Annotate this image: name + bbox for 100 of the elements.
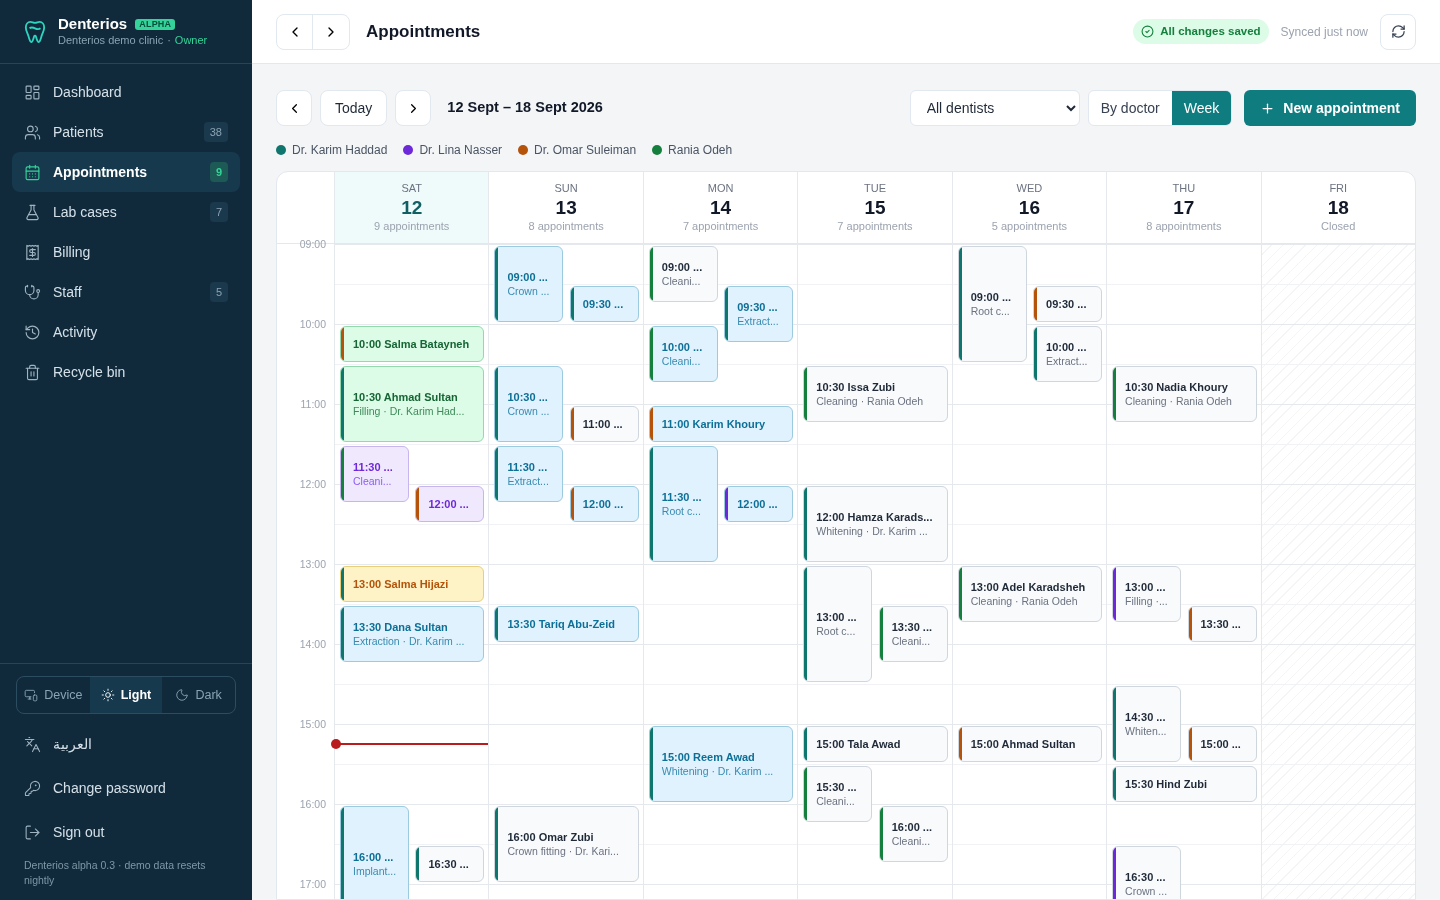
appointment-card[interactable]: 13:00 Adel Karadsheh Cleaning · Rania Odeh (957, 566, 1103, 622)
appointment-card[interactable]: 10:00 ... Cleani... (648, 326, 718, 382)
appointment-card[interactable]: 11:00 ... (569, 406, 639, 442)
appointment-card[interactable]: 09:00 ... Cleani... (648, 246, 718, 302)
appointment-card[interactable]: 13:00 ... Filling ·... (1112, 566, 1182, 622)
hour-label: 17:00 (299, 879, 326, 890)
appointment-card[interactable]: 09:00 ... Crown ... (494, 246, 564, 322)
check-circle-icon (1141, 25, 1155, 38)
day-number: 14 (710, 195, 732, 220)
appointment-card[interactable]: 13:30 Tariq Abu-Zeid (494, 606, 639, 642)
appointment-card[interactable]: 13:00 ... Root c... (803, 566, 873, 682)
appointment-title: 10:30 Issa Zubi (816, 380, 897, 394)
appointment-card[interactable]: 09:00 ... Root c... (957, 246, 1027, 362)
appointment-card[interactable]: 13:30 ... (1187, 606, 1257, 642)
dashboard-icon (24, 83, 41, 101)
sign-out-link[interactable]: Sign out (16, 810, 236, 854)
receipt-icon (24, 243, 41, 261)
nav-item[interactable]: Lab cases 7 (12, 192, 240, 232)
plus-icon (1260, 100, 1276, 116)
theme-option[interactable]: Device (17, 677, 90, 713)
appointment-detail: Implant... (353, 864, 398, 878)
day-number: 13 (555, 195, 577, 220)
key-icon (24, 779, 41, 797)
dentist-select[interactable]: All dentists (909, 90, 1080, 126)
appointment-title: 10:30 Nadia Khoury (1125, 380, 1229, 394)
appointment-card[interactable]: 09:30 ... (1033, 286, 1103, 322)
appointment-card[interactable]: 13:00 Salma Hijazi (340, 566, 485, 602)
appointment-card[interactable]: 11:30 ... Root c... (648, 446, 718, 562)
nav-item[interactable]: Activity (12, 312, 240, 352)
appointment-title: 11:00 ... (582, 417, 624, 431)
appointment-title: 10:00 ... (661, 340, 704, 354)
appointment-card[interactable]: 15:00 ... (1187, 726, 1257, 762)
appointment-card[interactable]: 13:30 ... Cleani... (878, 606, 948, 662)
nav-item[interactable]: Appointments 9 (12, 152, 240, 192)
change-password-link[interactable]: Change password (16, 766, 236, 810)
appointment-card[interactable]: 10:00 ... Extract... (1033, 326, 1103, 382)
appointment-title: 13:30 ... (891, 620, 934, 634)
appointment-card[interactable]: 10:30 Issa Zubi Cleaning · Rania Odeh (803, 366, 948, 422)
brand-name: Denterios (58, 15, 128, 34)
appointment-card[interactable]: 15:00 Tala Awad (803, 726, 948, 762)
appointment-detail: Cleaning · Rania Odeh (1125, 394, 1233, 408)
appointment-title: 10:30 ... (507, 390, 549, 404)
appointment-card[interactable]: 10:30 ... Crown ... (494, 366, 564, 442)
new-appointment-button[interactable]: New appointment (1244, 90, 1416, 126)
nav-item[interactable]: Staff 5 (12, 272, 240, 312)
appointment-card[interactable]: 13:30 Dana Sultan Extraction · Dr. Karim ... (340, 606, 485, 662)
appointment-card[interactable]: 14:30 ... Whiten... (1112, 686, 1182, 762)
weekday-label: MON (707, 182, 734, 194)
tooth-logo-icon (24, 19, 46, 44)
weekday-label: SUN (554, 182, 578, 194)
appointment-card[interactable]: 12:00 Hamza Karads... Whitening · Dr. Karim ... (803, 486, 948, 562)
nav-item[interactable]: Dashboard (12, 72, 240, 112)
appointment-card[interactable]: 11:00 Karim Khoury (648, 406, 794, 442)
language-link[interactable]: العربية (16, 722, 236, 766)
appointment-card[interactable]: 15:00 Ahmad Sultan (957, 726, 1103, 762)
appointment-card[interactable]: 10:30 Ahmad Sultan Filling · Dr. Karim Had... (340, 366, 485, 442)
appointment-card[interactable]: 11:30 ... Extract... (494, 446, 564, 502)
theme-option[interactable]: Dark (162, 677, 235, 713)
appointment-detail: Whitening · Dr. Karim ... (661, 764, 775, 778)
appointment-detail: Crown ... (1125, 884, 1169, 898)
appointment-card[interactable]: 09:30 ... Extract... (724, 286, 794, 342)
appointment-card[interactable]: 10:00 Salma Batayneh (340, 326, 485, 362)
nav-item[interactable]: Recycle bin (12, 352, 240, 392)
appointment-title: 15:00 ... (1200, 737, 1242, 751)
appointment-title: 11:30 ... (353, 460, 394, 474)
appointment-card[interactable]: 15:30 Hind Zubi (1112, 766, 1257, 802)
appointment-detail: Extract... (1046, 354, 1089, 368)
appointment-card[interactable]: 15:30 ... Cleani... (803, 766, 873, 822)
appointment-detail: Cleani... (353, 474, 393, 488)
nav-item[interactable]: Billing (12, 232, 240, 272)
theme-option[interactable]: Light (89, 677, 163, 713)
nav-item[interactable]: Patients 38 (12, 112, 240, 152)
appointment-title: 13:30 ... (1200, 617, 1242, 631)
appointment-detail: Cleani... (661, 274, 702, 288)
appointment-card[interactable]: 16:30 ... Crown ... (1112, 846, 1182, 899)
appointment-card[interactable]: 16:00 ... Implant... (340, 806, 410, 899)
hour-label: 12:00 (299, 479, 326, 490)
appointment-card[interactable]: 10:30 Nadia Khoury Cleaning · Rania Odeh (1112, 366, 1257, 422)
appointment-card[interactable]: 15:00 Reem Awad Whitening · Dr. Karim ... (648, 726, 794, 802)
appointment-card[interactable]: 11:30 ... Cleani... (340, 446, 410, 502)
legend-label: Dr. Omar Suleiman (534, 142, 637, 159)
refresh-icon (1390, 24, 1406, 39)
view-toggle[interactable]: By doctor (1088, 91, 1172, 125)
appointment-title: 16:00 ... (891, 820, 934, 834)
today-button[interactable]: Today (320, 90, 388, 126)
appointment-detail: Cleani... (816, 794, 856, 808)
appointment-title: 15:00 Reem Awad (661, 750, 756, 764)
view-toggle[interactable]: Week (1171, 91, 1232, 125)
appointment-card[interactable]: 12:00 ... (415, 486, 485, 522)
appointment-card[interactable]: 16:30 ... (415, 846, 485, 882)
page-title: Appointments (366, 20, 481, 43)
refresh-button[interactable] (1380, 13, 1416, 50)
appointment-card[interactable]: 16:00 Omar Zubi Crown fitting · Dr. Kari... (494, 806, 639, 882)
appointment-card[interactable]: 12:00 ... (724, 486, 794, 522)
weekday-label: THU (1172, 182, 1196, 194)
appointment-card[interactable]: 16:00 ... Cleani... (878, 806, 948, 862)
appointment-card[interactable]: 09:30 ... (569, 286, 639, 322)
appointment-card[interactable]: 12:00 ... (569, 486, 639, 522)
appointment-detail: Crown ... (507, 404, 551, 418)
appointment-detail: Cleani... (661, 354, 702, 368)
